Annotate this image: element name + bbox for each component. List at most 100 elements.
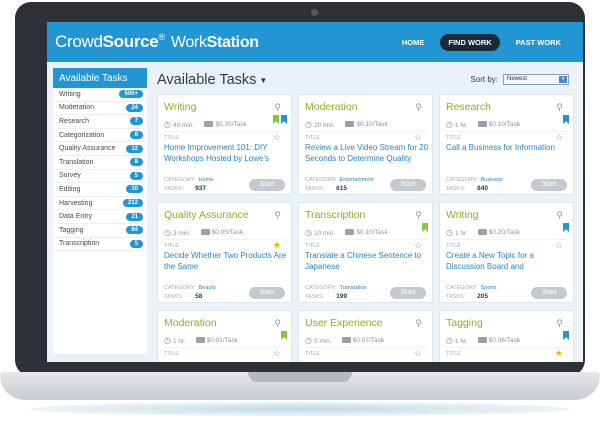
card-title[interactable]: Tagging — [446, 317, 483, 329]
task-card[interactable]: Quality Assurance ⚲ ◷ 3 min. $0.05/Task TITLE… — [157, 202, 292, 303]
task-card[interactable]: Tagging ⚲ ◷ 1 hr. $0.06/Task TITLE ★ — [439, 310, 574, 362]
nav-past-work[interactable]: PAST WORK — [508, 34, 569, 51]
sidebar: Available Tasks Writing 500+ Moderation 24 R… — [53, 68, 147, 354]
card-title[interactable]: Writing — [164, 101, 196, 113]
search-icon[interactable]: ⚲ — [274, 318, 281, 329]
logo-registered: ® — [158, 32, 165, 42]
star-outline-icon[interactable]: ☆ — [414, 348, 422, 359]
card-category: CATEGORY: Beauty — [164, 285, 216, 291]
card-title[interactable]: Moderation — [164, 317, 217, 329]
bookmark-ribbons — [422, 223, 428, 232]
card-task-link[interactable]: Review a Live Video Stream for 20 Second… — [305, 143, 429, 164]
search-icon[interactable]: ⚲ — [556, 318, 563, 329]
card-pay: $0.30/Task — [204, 121, 247, 128]
card-divider — [305, 239, 426, 240]
money-icon — [477, 337, 487, 344]
star-outline-icon[interactable]: ☆ — [273, 348, 281, 359]
search-icon[interactable]: ⚲ — [274, 210, 281, 221]
sidebar-item-translation[interactable]: Translation 8 — [53, 156, 147, 170]
star-outline-icon[interactable]: ☆ — [273, 132, 281, 143]
card-divider — [305, 131, 426, 132]
card-task-count: TASKS: 840 — [446, 185, 489, 192]
sort-select[interactable]: Newest ▾ — [503, 74, 569, 85]
card-task-count: TASKS: 205 — [446, 293, 489, 300]
card-title[interactable]: Moderation — [305, 101, 358, 113]
bookmark-blue-icon[interactable] — [563, 331, 569, 340]
task-card[interactable]: Moderation ⚲ ◷ 1 hr. $0.01/Task TITLE ☆ — [157, 310, 292, 362]
task-card[interactable]: Research ⚲ ◷ 1 hr. $0.10/Task TITLE ☆ Call a Bu… — [439, 94, 574, 195]
start-button[interactable]: Start — [390, 287, 426, 299]
sidebar-item-count: 8 — [129, 131, 143, 140]
star-outline-icon[interactable]: ☆ — [555, 240, 563, 251]
card-title[interactable]: Writing — [446, 209, 478, 221]
star-outline-icon[interactable]: ☆ — [414, 240, 422, 251]
task-card[interactable]: Writing ⚲ ◷ 1 hr. $0.20/Task TITLE ☆ Create a N… — [439, 202, 574, 303]
bookmark-blue-icon[interactable] — [563, 223, 569, 232]
start-button[interactable]: Start — [249, 179, 285, 191]
sidebar-item-writing[interactable]: Writing 500+ — [53, 88, 147, 102]
task-card[interactable]: Writing ⚲ ◷ 40 min. $0.30/Task TITLE ☆ Home Imp… — [157, 94, 292, 195]
card-task-count: TASKS: 199 — [305, 293, 348, 300]
star-outline-icon[interactable]: ☆ — [414, 132, 422, 143]
search-icon[interactable]: ⚲ — [415, 210, 422, 221]
sidebar-item-research[interactable]: Research 7 — [53, 115, 147, 129]
card-title[interactable]: User Experience — [305, 317, 383, 329]
card-time: ◷ 1 hr. — [446, 120, 468, 129]
bookmark-green-icon[interactable] — [273, 115, 279, 124]
search-icon[interactable]: ⚲ — [274, 102, 281, 113]
sidebar-item-transcription[interactable]: Transcription 5 — [53, 238, 147, 252]
logo-workstation: WorkStation — [170, 34, 259, 51]
card-task-link[interactable]: Call a Business for Information — [446, 143, 570, 154]
start-button[interactable]: Start — [249, 287, 285, 299]
star-filled-icon[interactable]: ★ — [555, 348, 563, 359]
card-meta: ◷ 3 min. $0.05/Task — [164, 228, 243, 237]
sidebar-item-label: Data Entry — [59, 213, 93, 221]
sidebar-item-survey[interactable]: Survey 5 — [53, 170, 147, 184]
sidebar-item-categorization[interactable]: Categorization 8 — [53, 129, 147, 143]
star-outline-icon[interactable]: ☆ — [555, 132, 563, 143]
sidebar-item-moderation[interactable]: Moderation 24 — [53, 102, 147, 116]
task-card[interactable]: User Experience ⚲ ◷ 5 min. $0.07/Task TITLE ☆ — [298, 310, 433, 362]
bookmark-blue-icon[interactable] — [563, 115, 569, 124]
task-card[interactable]: Moderation ⚲ ◷ 20 min. $0.10/Task TITLE ☆ Revie… — [298, 94, 433, 195]
bookmark-green-icon[interactable] — [422, 223, 428, 232]
card-title[interactable]: Transcription — [305, 209, 365, 221]
sidebar-item-quality-assurance[interactable]: Quality Assurance 12 — [53, 142, 147, 156]
sidebar-item-harvesting[interactable]: Harvesting 212 — [53, 197, 147, 211]
card-meta: ◷ 1 hr. $0.10/Task — [446, 120, 520, 129]
card-title-label: TITLE — [164, 243, 179, 249]
search-icon[interactable]: ⚲ — [415, 102, 422, 113]
sort-control: Sort by: Newest ▾ — [470, 74, 569, 85]
sidebar-item-label: Categorization — [59, 131, 105, 139]
sidebar-item-tagging[interactable]: Tagging 84 — [53, 224, 147, 238]
money-icon — [341, 337, 351, 344]
page-title[interactable]: Available Tasks ▼ — [157, 72, 267, 88]
card-pay: $0.10/Task — [345, 121, 388, 128]
search-icon[interactable]: ⚲ — [556, 210, 563, 221]
card-time: ◷ 1 hr. — [164, 336, 186, 345]
card-task-link[interactable]: Home Improvement 101: DIY Workshops Host… — [164, 143, 288, 164]
nav-home[interactable]: HOME — [394, 34, 433, 51]
start-button[interactable]: Start — [531, 179, 567, 191]
sidebar-item-data-entry[interactable]: Data Entry 21 — [53, 210, 147, 224]
card-title[interactable]: Quality Assurance — [164, 209, 249, 221]
card-task-link[interactable]: Create a New Topic for a Discussion Boar… — [446, 251, 570, 272]
app-logo[interactable]: CrowdSource® WorkStation — [55, 32, 259, 52]
clock-icon: ◷ — [446, 336, 453, 345]
card-title-label: TITLE — [305, 243, 320, 249]
bookmark-green-icon[interactable] — [281, 331, 287, 340]
search-icon[interactable]: ⚲ — [415, 318, 422, 329]
card-task-link[interactable]: Decide Whether Two Products Are the Same — [164, 251, 288, 272]
star-filled-icon[interactable]: ★ — [273, 240, 281, 251]
start-button[interactable]: Start — [390, 179, 426, 191]
search-icon[interactable]: ⚲ — [556, 102, 563, 113]
nav-find-work[interactable]: FIND WORK — [440, 34, 500, 51]
start-button[interactable]: Start — [531, 287, 567, 299]
sidebar-item-editing[interactable]: Editing 10 — [53, 183, 147, 197]
bookmark-blue-icon[interactable] — [281, 115, 287, 124]
task-card[interactable]: Transcription ⚲ ◷ 10 min. $0.10/Task TITLE ☆ Tr… — [298, 202, 433, 303]
caret-down-icon[interactable]: ▼ — [259, 76, 267, 85]
card-task-link[interactable]: Translate a Chinese Sentence to Japanese — [305, 251, 429, 272]
sidebar-item-count: 5 — [129, 239, 143, 248]
card-title[interactable]: Research — [446, 101, 491, 113]
